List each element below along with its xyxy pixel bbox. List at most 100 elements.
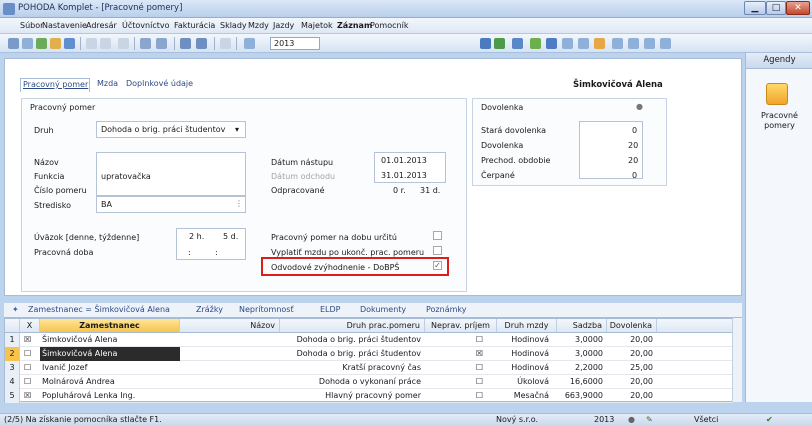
cell-druh-mzdy: Mesačná <box>513 391 549 400</box>
odvodove-checkbox[interactable]: ✓ <box>433 261 442 270</box>
druh-select[interactable]: Dohoda o brig. práci študentov ▾ <box>96 121 246 138</box>
window-icon[interactable] <box>512 38 523 49</box>
info-icon[interactable]: ● <box>636 102 643 111</box>
year-selector[interactable]: 2013 <box>270 37 320 50</box>
doba-to-separator[interactable]: : <box>215 248 218 257</box>
table-row[interactable]: 5 ☒ Popluhárová Lenka Ing. Hlavný pracov… <box>5 389 733 403</box>
dovolenka-value[interactable]: 20 <box>628 141 638 150</box>
new-record-icon[interactable] <box>36 38 47 49</box>
cell-neprav-checkbox[interactable]: ☒ <box>425 347 497 361</box>
users-icon[interactable] <box>594 38 605 49</box>
table-scrollbar[interactable] <box>732 318 742 402</box>
menu-zaznam[interactable]: Záznam <box>337 21 372 30</box>
prechod-value[interactable]: 20 <box>628 156 638 165</box>
dropdown-icon[interactable] <box>480 38 491 49</box>
header-nazov[interactable]: Názov <box>180 319 280 333</box>
vyplatit-label: Vyplatiť mzdu po ukonč. prac. pomeru <box>271 248 425 257</box>
tab-pracovny-pomer[interactable]: Pracovný pomer <box>20 78 90 92</box>
funkcia-input[interactable]: upratovačka <box>101 172 151 181</box>
filter-icon[interactable] <box>140 38 151 49</box>
druh-value: Dohoda o brig. práci študentov <box>101 125 226 134</box>
tab-eldp[interactable]: ELDP <box>320 305 341 314</box>
cell-neprav-checkbox[interactable]: ☐ <box>425 333 497 347</box>
header-neprav[interactable]: Neprav. príjem <box>425 319 497 333</box>
menu-bar: Súbor Nastavenie Adresár Účtovníctvo Fak… <box>0 18 812 34</box>
menu-pomocnik[interactable]: Pomocník <box>370 21 408 30</box>
minimize-button[interactable]: ▁ <box>744 1 766 15</box>
save-record-icon[interactable] <box>180 38 191 49</box>
close-button[interactable]: ✕ <box>786 1 810 15</box>
help-icon[interactable] <box>660 38 671 49</box>
row-x-checkbox[interactable]: ☒ <box>24 389 38 403</box>
menu-uctovnictvo[interactable]: Účtovníctvo <box>122 21 169 30</box>
calendar-icon[interactable] <box>244 38 255 49</box>
tab-zrazky[interactable]: Zrážky <box>196 305 223 314</box>
green-circle-icon[interactable] <box>530 38 541 49</box>
maximize-button[interactable]: □ <box>766 1 786 15</box>
open-icon[interactable] <box>50 38 61 49</box>
row-x-checkbox[interactable]: ☒ <box>24 333 38 347</box>
row-x-checkbox[interactable]: ☐ <box>24 347 38 361</box>
menu-adresar[interactable]: Adresár <box>86 21 117 30</box>
urcity-checkbox[interactable] <box>433 231 442 240</box>
blue-circle-icon[interactable] <box>546 38 557 49</box>
paste-icon[interactable] <box>100 38 111 49</box>
copy-icon[interactable] <box>86 38 97 49</box>
uvazok-label: Úväzok [denne, týždenne] <box>34 233 140 242</box>
tab-dokumenty[interactable]: Dokumenty <box>360 305 406 314</box>
table-row-selected[interactable]: 2 ☐ Šimkovičová Alena Dohoda o brig. prá… <box>5 347 733 361</box>
cell-neprav-checkbox[interactable]: ☐ <box>425 389 497 403</box>
datum-nastupu-input[interactable]: 01.01.2013 <box>381 156 427 165</box>
tab-doplnkove-udaje[interactable]: Doplnkové údaje <box>126 78 193 92</box>
delete-record-icon[interactable] <box>196 38 207 49</box>
menu-subor[interactable]: Súbor <box>20 21 43 30</box>
window-title: POHODA Komplet - [Pracovné pomery] <box>18 3 183 13</box>
tab-nepritomnost[interactable]: Neprítomnosť <box>239 305 294 314</box>
menu-sklady[interactable]: Sklady <box>220 21 247 30</box>
header-x[interactable]: X <box>20 319 40 333</box>
stredisko-input[interactable]: BA ⋮ <box>96 196 246 213</box>
picker-icon[interactable]: ⋮ <box>235 199 243 208</box>
stara-dovolenka-value[interactable]: 0 <box>632 126 637 135</box>
sort-icon[interactable] <box>156 38 167 49</box>
row-x-checkbox[interactable]: ☐ <box>24 375 38 389</box>
tab-zamestnanec-filter[interactable]: Zamestnanec = Šimkovičová Alena <box>28 305 170 314</box>
tab-mzda[interactable]: Mzda <box>97 78 118 92</box>
table-row[interactable]: 3 ☐ Ivanič Jozef Kratší pracovný čas ☐ H… <box>5 361 733 375</box>
row-x-checkbox[interactable]: ☐ <box>24 361 38 375</box>
doba-from-separator[interactable]: : <box>188 248 191 257</box>
window3-icon[interactable] <box>644 38 655 49</box>
tab-poznamky[interactable]: Poznámky <box>426 305 466 314</box>
list-icon[interactable] <box>578 38 589 49</box>
print-icon[interactable] <box>22 38 33 49</box>
cell-neprav-checkbox[interactable]: ☐ <box>425 375 497 389</box>
datum-odchodu-input[interactable]: 31.01.2013 <box>381 171 427 180</box>
employee-agenda-icon[interactable] <box>766 83 788 105</box>
status-filter[interactable]: Všetci <box>694 415 718 424</box>
status-bar: (2/5) Na získanie pomocníka stlačte F1. … <box>0 413 812 426</box>
header-druh-mzdy[interactable]: Druh mzdy <box>497 319 557 333</box>
menu-jazdy[interactable]: Jazdy <box>273 21 294 30</box>
table-row[interactable]: 4 ☐ Molnárová Andrea Dohoda o vykonaní p… <box>5 375 733 389</box>
window2-icon[interactable] <box>628 38 639 49</box>
header-zamestnanec[interactable]: Zamestnanec <box>40 319 180 333</box>
attach-icon[interactable] <box>220 38 231 49</box>
cell-neprav-checkbox[interactable]: ☐ <box>425 361 497 375</box>
undo-icon[interactable] <box>118 38 129 49</box>
header-sadzba[interactable]: Sadzba <box>557 319 607 333</box>
table-row[interactable]: 1 ☒ Šimkovičová Alena Dohoda o brig. prá… <box>5 333 733 347</box>
header-dovolenka[interactable]: Dovolenka <box>607 319 657 333</box>
header-druh[interactable]: Druh prac.pomeru <box>280 319 425 333</box>
menu-majetok[interactable]: Majetok <box>301 21 333 30</box>
menu-mzdy[interactable]: Mzdy <box>248 21 269 30</box>
grid-icon[interactable] <box>562 38 573 49</box>
vyplatit-checkbox[interactable] <box>433 246 442 255</box>
cell-druh: Dohoda o vykonaní práce <box>318 377 421 386</box>
save-icon[interactable] <box>64 38 75 49</box>
pin-icon[interactable]: ✦ <box>12 305 19 314</box>
agenda-item-pracovne-pomery[interactable]: Pracovné pomery <box>746 111 812 131</box>
menu-nastavenie[interactable]: Nastavenie <box>42 21 87 30</box>
window1-icon[interactable] <box>612 38 623 49</box>
menu-fakturacia[interactable]: Fakturácia <box>174 21 215 30</box>
excel-icon[interactable] <box>494 38 505 49</box>
